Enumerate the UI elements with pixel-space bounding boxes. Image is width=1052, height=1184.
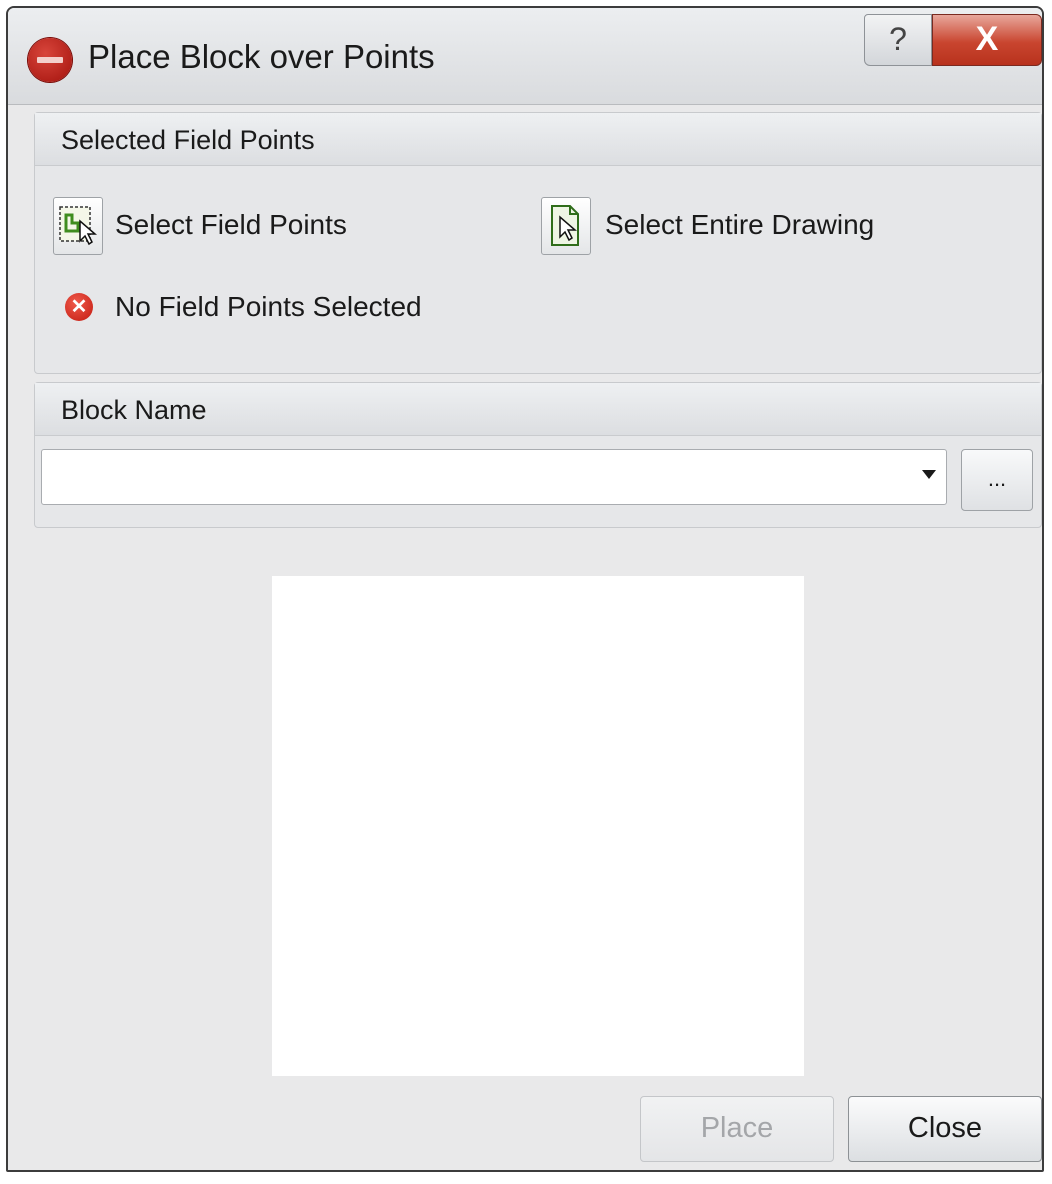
app-logo-icon [28,38,72,82]
help-button[interactable]: ? [864,14,932,66]
chevron-down-icon [922,470,936,479]
select-entire-drawing-button[interactable] [541,197,591,255]
browse-block-button[interactable]: ... [961,449,1033,511]
place-button[interactable]: Place [640,1096,834,1162]
block-name-title: Block Name [61,395,207,425]
place-block-dialog: Place Block over Points ? X Selected Fie… [6,6,1044,1172]
error-icon: ✕ [65,293,93,321]
selected-field-points-group: Selected Field Points Select Field Point… [34,112,1042,374]
selection-status-text: No Field Points Selected [115,291,422,322]
selected-field-points-header: Selected Field Points [35,113,1041,166]
block-preview-area [272,576,804,1076]
select-field-points-label: Select Field Points [115,209,347,240]
window-title: Place Block over Points [88,38,435,75]
block-name-group: Block Name ... [34,382,1042,528]
title-bar: Place Block over Points ? X [8,8,1042,105]
block-name-header: Block Name [35,383,1041,436]
selected-field-points-title: Selected Field Points [61,125,315,155]
window-close-button[interactable]: X [932,14,1042,66]
close-button[interactable]: Close [848,1096,1042,1162]
select-field-points-button[interactable] [53,197,103,255]
select-drawing-icon [551,205,579,246]
select-points-icon [59,206,98,246]
block-name-dropdown[interactable] [41,449,947,505]
select-entire-drawing-label: Select Entire Drawing [605,209,875,240]
